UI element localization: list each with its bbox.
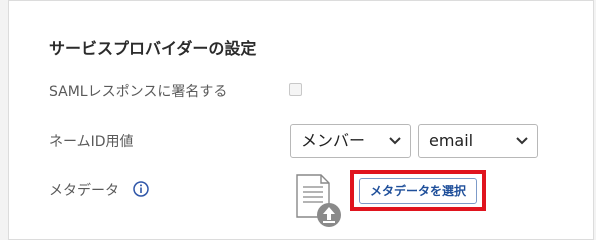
select-metadata-button[interactable]: メタデータを選択 [359, 178, 477, 204]
info-icon[interactable] [133, 181, 149, 197]
saml-sign-checkbox[interactable] [289, 83, 302, 96]
chevron-down-icon [516, 137, 528, 145]
nameid-field-select[interactable]: email [418, 124, 538, 158]
nameid-field-value: email [429, 131, 474, 150]
section-title: サービスプロバイダーの設定 [49, 39, 257, 58]
nameid-type-value: メンバー [301, 131, 366, 150]
document-upload-icon [296, 174, 341, 227]
service-provider-settings-panel: サービスプロバイダーの設定 SAMLレスポンスに署名する ネームID用値 メンバ… [8, 0, 594, 240]
metadata-label: メタデータ [49, 183, 119, 199]
nameid-label: ネームID用値 [49, 134, 134, 150]
chevron-down-icon [389, 137, 401, 145]
saml-sign-label: SAMLレスポンスに署名する [49, 84, 228, 100]
nameid-type-select[interactable]: メンバー [290, 124, 411, 158]
